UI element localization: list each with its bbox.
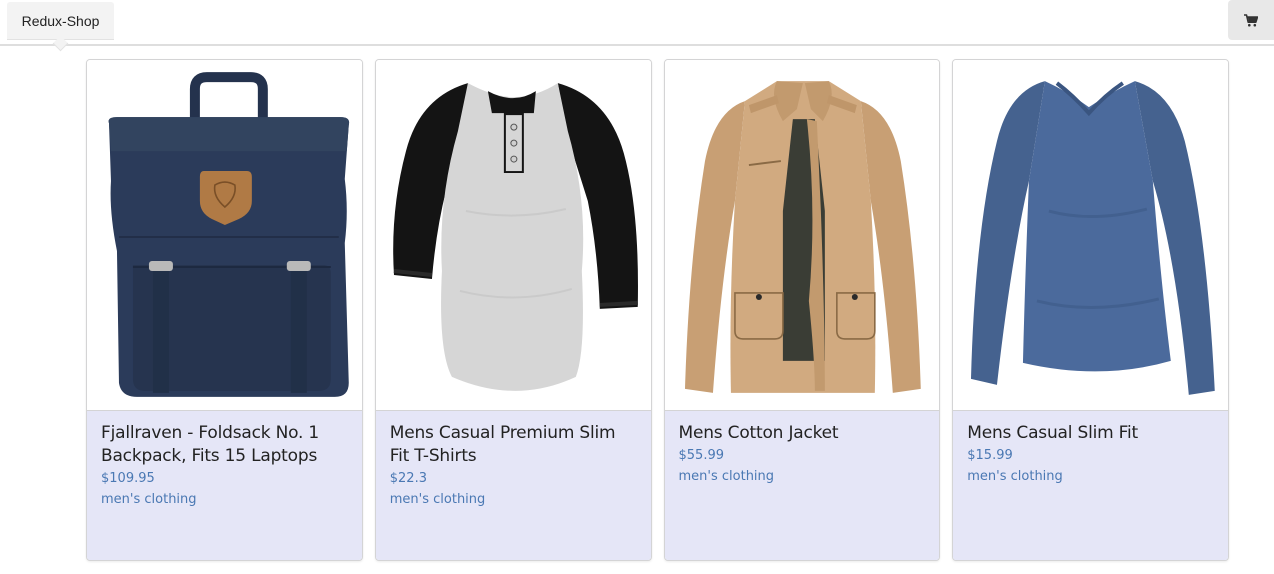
- product-title[interactable]: Mens Casual Premium Slim Fit T-Shirts: [390, 422, 637, 468]
- product-title[interactable]: Mens Cotton Jacket: [679, 422, 926, 445]
- shopping-cart-icon: [1244, 13, 1258, 26]
- product-info: Mens Casual Slim Fit $15.99 men's clothi…: [953, 411, 1228, 560]
- product-category: men's clothing: [389, 492, 486, 507]
- product-info: Fjallraven - Foldsack No. 1 Backpack, Fi…: [87, 411, 362, 560]
- product-image[interactable]: [375, 60, 651, 411]
- cotton-jacket-image: [684, 80, 921, 393]
- cart-button[interactable]: [1228, 0, 1274, 40]
- product-card[interactable]: Mens Cotton Jacket $55.99 men's clothing: [663, 59, 941, 561]
- product-card[interactable]: Mens Casual Slim Fit $15.99 men's clothi…: [952, 59, 1229, 561]
- product-title[interactable]: Fjallraven - Foldsack No. 1 Backpack, Fi…: [101, 422, 348, 468]
- product-image[interactable]: [953, 60, 1228, 411]
- product-info: Mens Casual Premium Slim Fit T-Shirts $2…: [375, 411, 651, 560]
- slim-fit-shirt-image: [971, 80, 1216, 395]
- brand-home-link[interactable]: Redux-Shop: [7, 2, 114, 40]
- product-card[interactable]: Fjallraven - Foldsack No. 1 Backpack, Fi…: [86, 59, 363, 561]
- product-price: $15.99: [967, 448, 1013, 463]
- product-price: $55.99: [678, 448, 725, 463]
- product-image[interactable]: [664, 60, 940, 411]
- product-price: $22.3: [389, 471, 427, 486]
- raglan-tshirt-image: [392, 82, 638, 391]
- product-title[interactable]: Mens Casual Slim Fit: [967, 422, 1214, 445]
- product-grid: Fjallraven - Foldsack No. 1 Backpack, Fi…: [86, 59, 1229, 562]
- top-navbar: Redux-Shop: [0, 0, 1274, 52]
- product-price: $109.95: [101, 471, 155, 486]
- backpack-image: [108, 71, 350, 397]
- product-image[interactable]: [87, 60, 362, 411]
- product-category: men's clothing: [967, 469, 1063, 484]
- product-info: Mens Cotton Jacket $55.99 men's clothing: [664, 411, 940, 560]
- product-card[interactable]: Mens Casual Premium Slim Fit T-Shirts $2…: [374, 59, 652, 561]
- product-category: men's clothing: [678, 469, 775, 484]
- product-category: men's clothing: [101, 492, 197, 507]
